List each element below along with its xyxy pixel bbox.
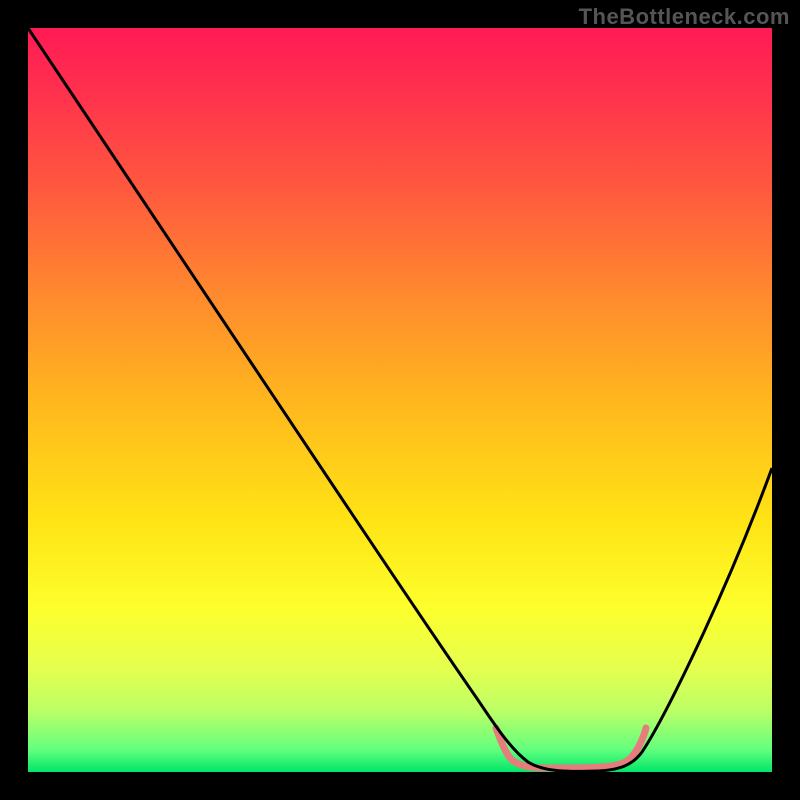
chart-container: TheBottleneck.com [0,0,800,800]
optimal-range-marker [496,728,646,768]
watermark-text: TheBottleneck.com [579,4,790,30]
curve-svg [28,28,772,772]
plot-area [28,28,772,772]
bottleneck-curve [28,28,772,771]
